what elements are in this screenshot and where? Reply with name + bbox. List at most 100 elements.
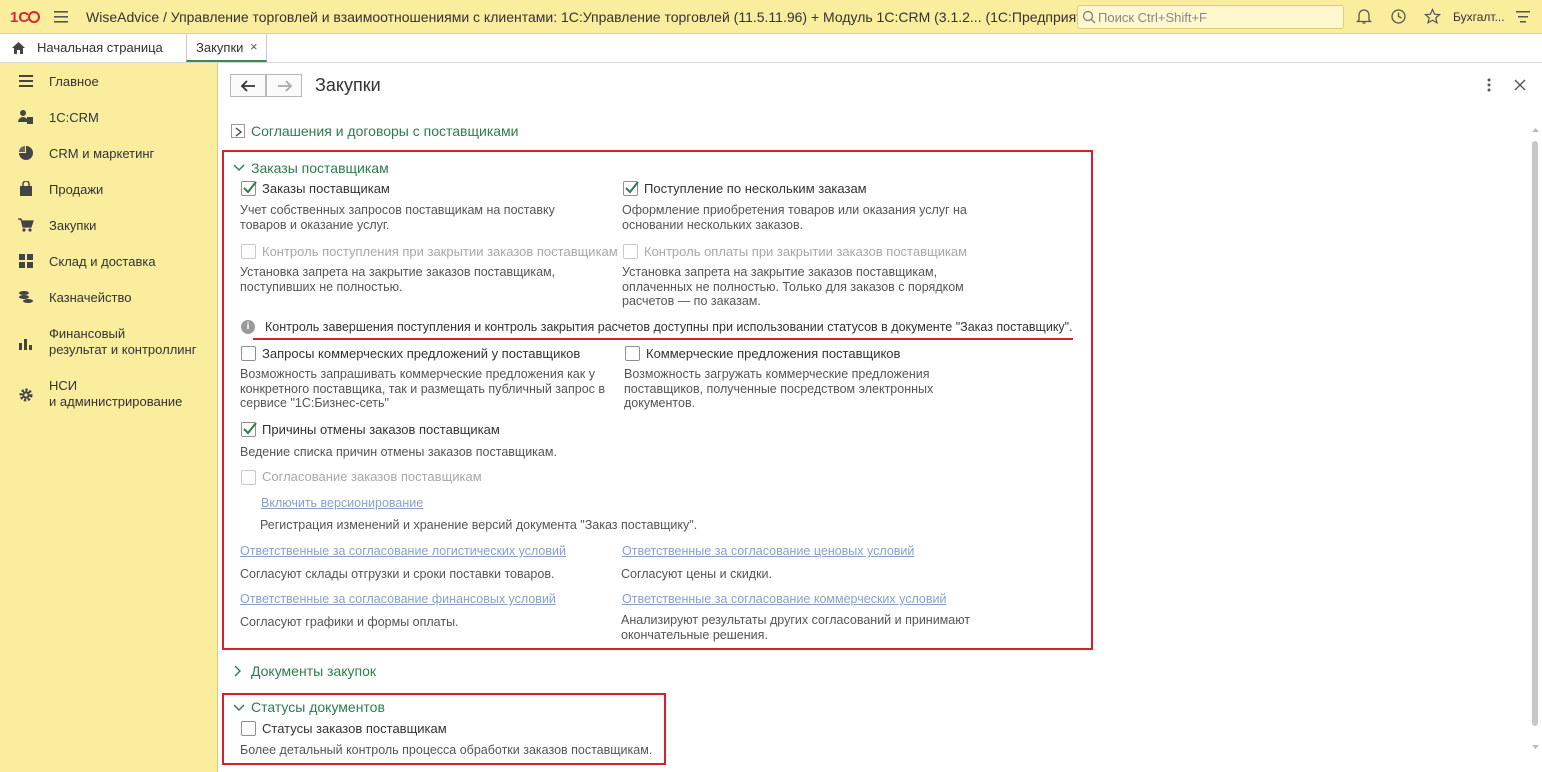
main-content: Закупки Соглашения и договоры с поставщи… (218, 63, 1542, 772)
scroll-down-icon[interactable] (1532, 744, 1539, 750)
sidebar-item-label: Финансовый результат и контроллинг (49, 326, 197, 357)
checkbox-order-statuses[interactable] (241, 721, 256, 736)
chevron-right-icon[interactable] (234, 665, 242, 677)
hamburger-icon[interactable] (54, 10, 68, 24)
back-button[interactable] (230, 74, 266, 97)
label-rfq[interactable]: Запросы коммерческих предложений у поста… (262, 346, 580, 361)
tab-bar: Начальная страница Закупки × (0, 34, 1542, 63)
desc-supplier-orders: Учет собственных запросов поставщикам на… (240, 203, 555, 232)
link-finance-approvers[interactable]: Ответственные за согласование финансовых… (240, 592, 556, 606)
title-bar: 1С WiseAdvice / Управление торговлей и в… (0, 0, 1542, 34)
svg-text:1С: 1С (10, 9, 29, 26)
crm-users-icon (18, 110, 33, 124)
tab-home-label: Начальная страница (37, 40, 163, 55)
sidebar-item-label: Склад и доставка (49, 254, 156, 269)
sidebar-item-treasury[interactable]: Казначейство (0, 280, 217, 314)
section-toggle[interactable] (231, 124, 245, 138)
pie-chart-icon (19, 146, 33, 160)
close-form-icon[interactable] (1514, 79, 1526, 91)
highlight-underline (253, 338, 1073, 340)
scrollbar-thumb[interactable] (1532, 141, 1538, 726)
cart-icon (18, 218, 34, 232)
checkbox-cancel-reasons[interactable] (241, 422, 257, 437)
star-icon[interactable] (1424, 8, 1441, 25)
checkbox-order-approval (241, 470, 256, 485)
label-multiple-orders[interactable]: Поступление по нескольким заказам (644, 181, 867, 196)
sidebar: Главное 1С:CRM CRM и маркетинг Продажи З… (0, 63, 218, 772)
checkbox-receipt-control (241, 244, 256, 259)
sidebar-item-label: 1С:CRM (49, 110, 99, 125)
menu-lines-icon (19, 75, 33, 87)
checkbox-rfq[interactable] (241, 346, 256, 361)
sidebar-item-sales[interactable]: Продажи (0, 172, 217, 206)
forward-button[interactable] (266, 74, 302, 97)
label-payment-control: Контроль оплаты при закрытии заказов пос… (644, 244, 968, 259)
info-text: Контроль завершения поступления и контро… (265, 320, 1073, 334)
history-icon[interactable] (1390, 8, 1407, 25)
arrow-right-icon (278, 80, 292, 92)
checkbox-multiple-orders[interactable] (623, 181, 639, 196)
app-window: 1С WiseAdvice / Управление торговлей и в… (0, 0, 1542, 772)
section-agreements[interactable]: Соглашения и договоры с поставщиками (251, 123, 518, 139)
sidebar-item-warehouse[interactable]: Склад и доставка (0, 244, 217, 278)
tab-purchases-label: Закупки (196, 40, 244, 55)
desc-logistics-approvers: Согласуют склады отгрузки и сроки постав… (240, 567, 555, 581)
label-cancel-reasons[interactable]: Причины отмены заказов поставщикам (262, 422, 500, 437)
link-price-approvers[interactable]: Ответственные за согласование ценовых ус… (622, 544, 914, 558)
desc-receipt-control: Установка запрета на закрытие заказов по… (240, 265, 556, 294)
section-statuses[interactable]: Статусы документов (251, 699, 385, 715)
vertical-scrollbar[interactable] (1530, 125, 1540, 770)
desc-rfq: Возможность запрашивать коммерческие пре… (240, 367, 606, 410)
sidebar-item-label: Главное (49, 74, 99, 89)
label-commercial-offers[interactable]: Коммерческие предложения поставщиков (646, 346, 900, 361)
search-input[interactable] (1098, 8, 1338, 26)
close-icon[interactable]: × (250, 39, 258, 54)
sidebar-item-admin[interactable]: НСИ и администрирование (0, 375, 217, 415)
link-enable-versioning[interactable]: Включить версионирование (261, 496, 423, 510)
chevron-down-icon[interactable] (233, 704, 245, 712)
desc-finance-approvers: Согласуют графики и формы оплаты. (240, 615, 459, 629)
sidebar-item-purchases[interactable]: Закупки (0, 208, 217, 242)
link-commercial-approvers[interactable]: Ответственные за согласование коммерческ… (622, 592, 946, 606)
section-documents[interactable]: Документы закупок (251, 663, 376, 679)
check-icon (243, 181, 257, 194)
shopping-bag-icon (20, 181, 32, 196)
label-receipt-control: Контроль поступления при закрытии заказо… (262, 244, 618, 259)
sidebar-item-crm-marketing[interactable]: CRM и маркетинг (0, 136, 217, 170)
label-supplier-orders[interactable]: Заказы поставщикам (262, 181, 390, 196)
sidebar-item-label: Казначейство (49, 290, 132, 305)
user-name[interactable]: Бухгалт... (1453, 10, 1505, 24)
checkbox-supplier-orders[interactable] (241, 181, 257, 196)
chevron-down-icon[interactable] (233, 164, 245, 172)
sidebar-item-label: Закупки (49, 218, 97, 233)
section-orders[interactable]: Заказы поставщикам (251, 160, 389, 176)
window-title: WiseAdvice / Управление торговлей и взаи… (86, 9, 1103, 25)
coins-icon (19, 291, 33, 303)
desc-payment-control: Установка запрета на закрытие заказов по… (622, 265, 964, 308)
settings-menu-icon[interactable] (1516, 10, 1530, 24)
sidebar-item-label: CRM и маркетинг (49, 146, 155, 161)
tab-purchases[interactable]: Закупки × (186, 34, 267, 62)
checkbox-commercial-offers[interactable] (625, 346, 640, 361)
arrow-left-icon (241, 80, 255, 92)
sidebar-item-crm[interactable]: 1С:CRM (0, 100, 217, 134)
bar-chart-icon (19, 339, 32, 350)
bell-icon[interactable] (1356, 8, 1372, 25)
sidebar-item-finance[interactable]: Финансовый результат и контроллинг (0, 323, 217, 363)
page-title: Закупки (315, 75, 381, 95)
warehouse-icon (19, 254, 33, 268)
sidebar-item-label: Продажи (49, 182, 104, 197)
check-icon (243, 422, 257, 435)
search-box[interactable] (1077, 5, 1344, 29)
logo-1c-icon: 1С (10, 9, 40, 26)
desc-commercial-offers: Возможность загружать коммерческие предл… (624, 367, 934, 410)
link-logistics-approvers[interactable]: Ответственные за согласование логистичес… (240, 544, 566, 558)
label-order-statuses[interactable]: Статусы заказов поставщикам (262, 721, 447, 736)
sidebar-item-main[interactable]: Главное (0, 64, 217, 98)
desc-price-approvers: Согласуют цены и скидки. (621, 567, 773, 581)
scroll-up-icon[interactable] (1532, 127, 1539, 133)
chevron-right-icon (235, 127, 243, 137)
desc-commercial-approvers: Анализируют результаты других согласован… (621, 613, 971, 642)
tab-home[interactable]: Начальная страница (0, 34, 186, 62)
more-options-icon[interactable] (1487, 78, 1491, 92)
